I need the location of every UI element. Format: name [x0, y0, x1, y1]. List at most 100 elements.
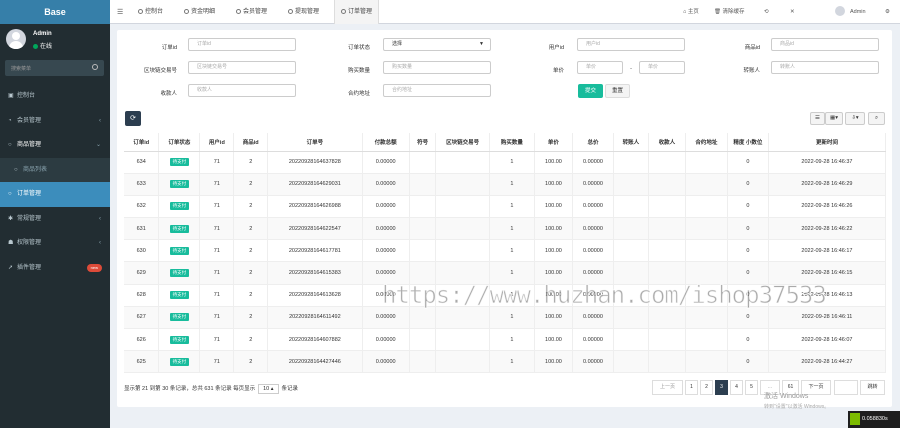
- goods-id-input[interactable]: 商品id: [771, 38, 879, 51]
- fullscreen-icon[interactable]: ✕: [790, 0, 795, 24]
- table-row[interactable]: 632 待支付 71 2 20220928164626988 0.00000 1 100.00…: [124, 195, 887, 219]
- table-cell: [435, 217, 490, 241]
- table-cell: 628: [124, 284, 160, 307]
- chevron-left-icon: ‹: [99, 117, 101, 124]
- table-row[interactable]: 630 待支付 71 2 20220928164617781 0.00000 1 100.00…: [124, 239, 887, 263]
- column-header: 用户id: [199, 133, 235, 152]
- page-jump-button[interactable]: 跳转: [860, 380, 885, 395]
- table-cell: 2022-09-28 16:46:37: [768, 151, 887, 174]
- column-header[interactable]: 付款总额: [362, 133, 410, 152]
- toggle-view-button[interactable]: ☰: [810, 112, 825, 125]
- clear-cache-button[interactable]: 🗑 清除缓存: [714, 0, 745, 24]
- table-cell: 71: [199, 306, 235, 330]
- table-row[interactable]: 634 待支付 71 2 20220928164637828 0.00000 1 100.00…: [124, 151, 887, 174]
- page-button[interactable]: 2: [700, 380, 713, 395]
- filter-label-block-hash: 区块链交易号: [143, 68, 177, 74]
- status-badge: 待支付: [169, 291, 190, 300]
- sidebar-item-permissions[interactable]: ☗ 权限管理 ‹: [0, 231, 110, 256]
- page-jump-input[interactable]: [834, 380, 858, 395]
- table-cell: 2022-09-28 16:46:07: [768, 328, 887, 352]
- sidebar-item-dashboard[interactable]: ▣ 控制台: [0, 84, 110, 109]
- refresh-button[interactable]: ⟳: [125, 111, 141, 126]
- table-row[interactable]: 627 待支付 71 2 20220928164611492 0.00000 1 100.00…: [124, 306, 887, 330]
- sidebar-item-goods[interactable]: ○ 商品管理 ⌄: [0, 133, 110, 158]
- table-cell: 待支付: [158, 284, 201, 307]
- circle-icon: ○: [8, 191, 12, 197]
- column-header: 更新时间: [768, 133, 887, 152]
- page-button[interactable]: 1: [685, 380, 698, 395]
- table-cell: 2: [233, 284, 269, 307]
- search-icon: ⌕: [874, 115, 879, 121]
- status-badge: 待支付: [169, 224, 190, 233]
- table-cell: [613, 195, 649, 219]
- table-search-button[interactable]: ⌕: [868, 112, 885, 125]
- sidebar-item-goods-list[interactable]: ○ 商品列表: [0, 157, 110, 182]
- user-id-input[interactable]: 用户id: [577, 38, 685, 51]
- table-cell: 100.00: [534, 350, 573, 374]
- table-cell: [685, 217, 728, 241]
- table-row[interactable]: 626 待支付 71 2 20220928164607882 0.00000 1 100.00…: [124, 328, 887, 352]
- contract-input[interactable]: 合约地址: [383, 84, 491, 97]
- status-select[interactable]: 选择 ▼: [383, 38, 491, 51]
- table-cell: 627: [124, 306, 160, 330]
- table-cell: [435, 350, 490, 374]
- columns-button[interactable]: ▦▾: [825, 112, 843, 125]
- circle-icon: ○: [8, 142, 12, 148]
- sidebar-item-members[interactable]: ◔ 会员管理 ‹: [0, 109, 110, 134]
- price-to-input[interactable]: 单价: [639, 61, 685, 74]
- page-button[interactable]: 4: [730, 380, 743, 395]
- status-badge: 待支付: [169, 269, 190, 278]
- page-button[interactable]: 5: [745, 380, 758, 395]
- payee-input[interactable]: 收款人: [188, 84, 296, 97]
- circle-icon: [184, 9, 189, 14]
- tab-members[interactable]: 会员管理: [236, 0, 267, 24]
- sidebar-search-input[interactable]: 搜索菜单: [5, 60, 104, 76]
- menu-toggle-icon[interactable]: ☰: [117, 8, 123, 16]
- table-cell: 71: [199, 350, 235, 374]
- table-cell: 20220928164607882: [267, 328, 363, 352]
- table-cell: 71: [199, 284, 235, 307]
- sidebar-item-orders[interactable]: ○ 订单管理: [0, 182, 110, 207]
- sidebar-item-general[interactable]: ✱ 常规管理 ‹: [0, 207, 110, 232]
- order-id-input[interactable]: 订单id: [188, 38, 296, 51]
- page-prev-button[interactable]: 上一页: [652, 380, 683, 395]
- home-link[interactable]: ⌂ 主页: [683, 0, 699, 24]
- tab-funds[interactable]: 资金明细: [184, 0, 215, 24]
- tab-dashboard[interactable]: 控制台: [138, 0, 163, 24]
- submit-button[interactable]: 提交: [578, 84, 603, 98]
- refresh-icon[interactable]: ⟲: [764, 0, 769, 24]
- table-cell: 0.00000: [572, 239, 614, 263]
- table-cell: 100.00: [534, 239, 573, 263]
- tab-orders[interactable]: 订单管理: [334, 0, 380, 24]
- table-cell: 20220928164629031: [267, 173, 363, 196]
- tab-withdraw[interactable]: 提现管理: [288, 0, 319, 24]
- block-hash-input[interactable]: 区块链交易号: [188, 61, 296, 74]
- search-icon[interactable]: [92, 64, 98, 70]
- to-user-input[interactable]: 转账人: [771, 61, 879, 74]
- column-header[interactable]: 订单id: [124, 133, 160, 152]
- table-cell: 2: [233, 195, 269, 219]
- table-cell: 2: [233, 239, 269, 263]
- app-logo[interactable]: Base: [0, 0, 110, 24]
- app-icon[interactable]: [850, 413, 860, 425]
- chevron-left-icon: ‹: [99, 240, 101, 246]
- page-size-select[interactable]: 10 ▴: [258, 384, 279, 394]
- filter-label-to-user: 转账人: [743, 68, 760, 74]
- reset-button[interactable]: 重置: [605, 84, 630, 98]
- table-cell: 0.00000: [362, 306, 410, 330]
- table-cell: [435, 195, 490, 219]
- table-row[interactable]: 631 待支付 71 2 20220928164622547 0.00000 1 100.00…: [124, 217, 887, 241]
- table-row[interactable]: 633 待支付 71 2 20220928164629031 0.00000 1 100.00…: [124, 173, 887, 196]
- sidebar: Base Admin 在线 搜索菜单 ▣ 控制台 ◔ 会员管理 ‹ ○ 商品管理 ⌄ ○ 商…: [0, 0, 110, 428]
- admin-menu[interactable]: Admin: [835, 0, 866, 24]
- price-from-input[interactable]: 单价: [577, 61, 623, 74]
- buy-qty-input[interactable]: 购买数量: [383, 61, 491, 74]
- page-button-active[interactable]: 3: [715, 380, 728, 395]
- table-cell: [613, 306, 649, 330]
- table-row[interactable]: 625 待支付 71 2 20220928164427446 0.00000 1 100.00…: [124, 350, 887, 374]
- column-header: 单价: [534, 133, 573, 152]
- settings-icon[interactable]: ⚙: [885, 0, 890, 24]
- export-button[interactable]: ⇩▾: [845, 112, 865, 125]
- sidebar-item-plugins[interactable]: ➚ 插件管理 new: [0, 256, 110, 281]
- table-cell: 0.00000: [362, 195, 410, 219]
